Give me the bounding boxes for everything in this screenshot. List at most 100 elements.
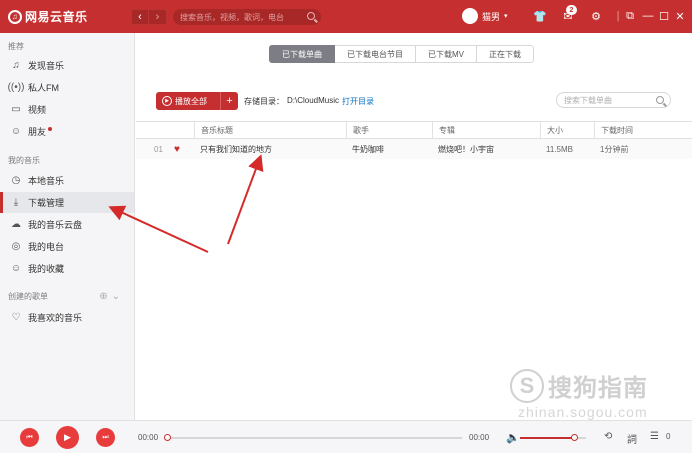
message-count-badge: 2 xyxy=(566,5,577,15)
current-time: 00:00 xyxy=(138,433,159,442)
header-title[interactable]: 音乐标题 xyxy=(194,122,346,138)
cloud-icon: ☁ xyxy=(11,219,21,230)
loop-icon[interactable]: ⟲ xyxy=(604,431,612,442)
main-content: 已下载单曲 已下载电台节目 已下载MV 正在下载 ▶ 播放全部 + 存储目录： … xyxy=(136,33,692,420)
previous-button[interactable]: ⏮ xyxy=(20,428,39,447)
playlist-count: 0 xyxy=(666,432,671,441)
download-table: 音乐标题 歌手 专辑 大小 下载时间 01 ♥ 只有我们知道的地方 牛奶咖啡 燃… xyxy=(136,121,692,159)
playlist-tools: ⊕ ⌄ xyxy=(99,291,120,302)
title-bar: ♫ 网易云音乐 ‹ › 猫男 ▾ 👕 ✉ 2 ⚙ | ⧉ — ☐ ✕ xyxy=(0,0,692,33)
tab-downloaded-songs[interactable]: 已下载单曲 xyxy=(269,45,335,63)
row-album[interactable]: 燃烧吧！小宇宙 xyxy=(432,139,540,159)
sidebar-item-label: 我的音乐云盘 xyxy=(28,220,83,230)
clock-icon: ◷ xyxy=(11,175,21,186)
podcast-icon: ◎ xyxy=(11,241,21,252)
sidebar-item-label: 私人FM xyxy=(28,83,59,93)
play-icon: ▶ xyxy=(64,432,71,442)
global-search[interactable] xyxy=(173,9,321,25)
total-time: 00:00 xyxy=(469,433,490,442)
open-directory-link[interactable]: 打开目录 xyxy=(342,96,374,107)
heart-filled-icon[interactable]: ♥ xyxy=(174,144,180,155)
tab-downloaded-mv[interactable]: 已下载MV xyxy=(416,45,477,63)
section-label: 创建的歌单 xyxy=(8,292,48,301)
play-all-group: ▶ 播放全部 + xyxy=(156,92,238,110)
volume-slider[interactable] xyxy=(520,434,586,441)
heart-outline-icon: ♡ xyxy=(11,312,21,323)
user-menu[interactable]: 猫男 ▾ xyxy=(462,8,508,24)
search-icon[interactable] xyxy=(656,96,664,104)
sidebar-item-liked-songs[interactable]: ♡ 我喜欢的音乐 xyxy=(0,307,134,328)
sidebar-item-discover[interactable]: ♫ 发现音乐 xyxy=(0,55,134,76)
sidebar-section-my-music: 我的音乐 xyxy=(8,156,40,165)
download-search[interactable] xyxy=(556,92,671,108)
sidebar-item-local-music[interactable]: ◷ 本地音乐 xyxy=(0,170,134,191)
volume-fill xyxy=(520,437,575,439)
tab-downloading[interactable]: 正在下载 xyxy=(477,45,534,63)
netease-logo-icon: ♫ xyxy=(8,9,22,24)
play-button[interactable]: ▶ xyxy=(56,426,79,449)
watermark-text: 搜狗指南 xyxy=(548,375,648,402)
sidebar-item-video[interactable]: ▭ 视频 xyxy=(0,99,134,120)
sidebar-item-label: 本地音乐 xyxy=(28,176,65,186)
storage-label: 存储目录： xyxy=(244,97,284,106)
next-button[interactable]: ⏭ xyxy=(96,428,115,447)
collection-icon: ☺ xyxy=(10,263,22,274)
download-search-input[interactable] xyxy=(564,95,654,105)
play-all-button[interactable]: ▶ 播放全部 xyxy=(156,92,220,110)
row-artist[interactable]: 牛奶咖啡 xyxy=(346,139,432,159)
header-album[interactable]: 专辑 xyxy=(432,122,540,138)
row-index: 01 xyxy=(154,144,163,154)
close-icon[interactable]: ✕ xyxy=(674,10,686,23)
gear-icon[interactable]: ⚙ xyxy=(590,10,602,23)
search-icon[interactable] xyxy=(307,12,315,20)
storage-directory: 存储目录： D:\CloudMusic 打开目录 xyxy=(244,96,374,107)
tab-downloaded-radio[interactable]: 已下载电台节目 xyxy=(335,45,416,63)
divider: | xyxy=(616,10,620,22)
sidebar-section-recommend: 推荐 xyxy=(8,42,24,51)
play-all-label: 播放全部 xyxy=(175,96,207,106)
add-to-queue-button[interactable]: + xyxy=(220,92,238,110)
sidebar-item-download-manager[interactable]: ⤓ 下载管理 xyxy=(0,192,134,213)
progress-knob[interactable] xyxy=(164,434,171,441)
row-title[interactable]: 只有我们知道的地方 xyxy=(194,139,346,159)
maximize-icon[interactable]: ☐ xyxy=(658,10,670,23)
back-button[interactable]: ‹ xyxy=(131,9,149,25)
storage-path: D:\CloudMusic xyxy=(287,96,340,105)
volume-knob[interactable] xyxy=(571,434,579,441)
app-logo[interactable]: ♫ 网易云音乐 xyxy=(8,8,88,25)
add-playlist-icon[interactable]: ⊕ xyxy=(99,291,107,302)
sidebar-item-collection[interactable]: ☺ 我的收藏 xyxy=(0,258,134,279)
avatar[interactable] xyxy=(462,8,478,24)
sidebar: 推荐 ♫ 发现音乐 ((•)) 私人FM ▭ 视频 ☺ 朋友 我的音乐 ◷ 本地… xyxy=(0,33,135,420)
progress-bar[interactable] xyxy=(164,434,462,441)
video-icon: ▭ xyxy=(11,104,21,115)
sidebar-item-label: 朋友 xyxy=(28,127,47,137)
header-download-time[interactable]: 下载时间 xyxy=(594,122,692,138)
sidebar-item-fm[interactable]: ((•)) 私人FM xyxy=(0,77,134,98)
header-index xyxy=(136,122,168,138)
skin-icon[interactable]: 👕 xyxy=(533,10,547,23)
forward-button[interactable]: › xyxy=(149,9,167,25)
download-icon: ⤓ xyxy=(13,197,19,208)
minimize-icon[interactable]: — xyxy=(642,10,654,22)
notification-dot xyxy=(48,126,53,131)
chevron-down-icon[interactable]: ▾ xyxy=(504,12,508,20)
sidebar-item-label: 视频 xyxy=(28,105,47,115)
volume-icon[interactable]: 🔈 xyxy=(506,431,520,444)
global-search-input[interactable] xyxy=(180,12,300,22)
table-header: 音乐标题 歌手 专辑 大小 下载时间 xyxy=(136,121,692,139)
row-size: 11.5MB xyxy=(546,144,573,154)
lyrics-icon[interactable]: 詞 xyxy=(627,431,637,446)
header-size[interactable]: 大小 xyxy=(540,122,594,138)
table-row[interactable]: 01 ♥ 只有我们知道的地方 牛奶咖啡 燃烧吧！小宇宙 11.5MB 1分钟前 xyxy=(136,139,692,159)
mini-mode-icon[interactable]: ⧉ xyxy=(624,10,636,22)
sogou-logo-icon: S xyxy=(510,368,544,403)
sidebar-item-friends[interactable]: ☺ 朋友 xyxy=(0,121,134,142)
row-download-time: 1分钟前 xyxy=(600,144,629,154)
chevron-down-icon[interactable]: ⌄ xyxy=(112,291,120,302)
username[interactable]: 猫男 xyxy=(482,10,500,23)
playlist-icon[interactable]: ☰ xyxy=(650,431,659,442)
header-artist[interactable]: 歌手 xyxy=(346,122,432,138)
sidebar-item-my-radio[interactable]: ◎ 我的电台 xyxy=(0,236,134,257)
sidebar-item-cloud-drive[interactable]: ☁ 我的音乐云盘 xyxy=(0,214,134,235)
